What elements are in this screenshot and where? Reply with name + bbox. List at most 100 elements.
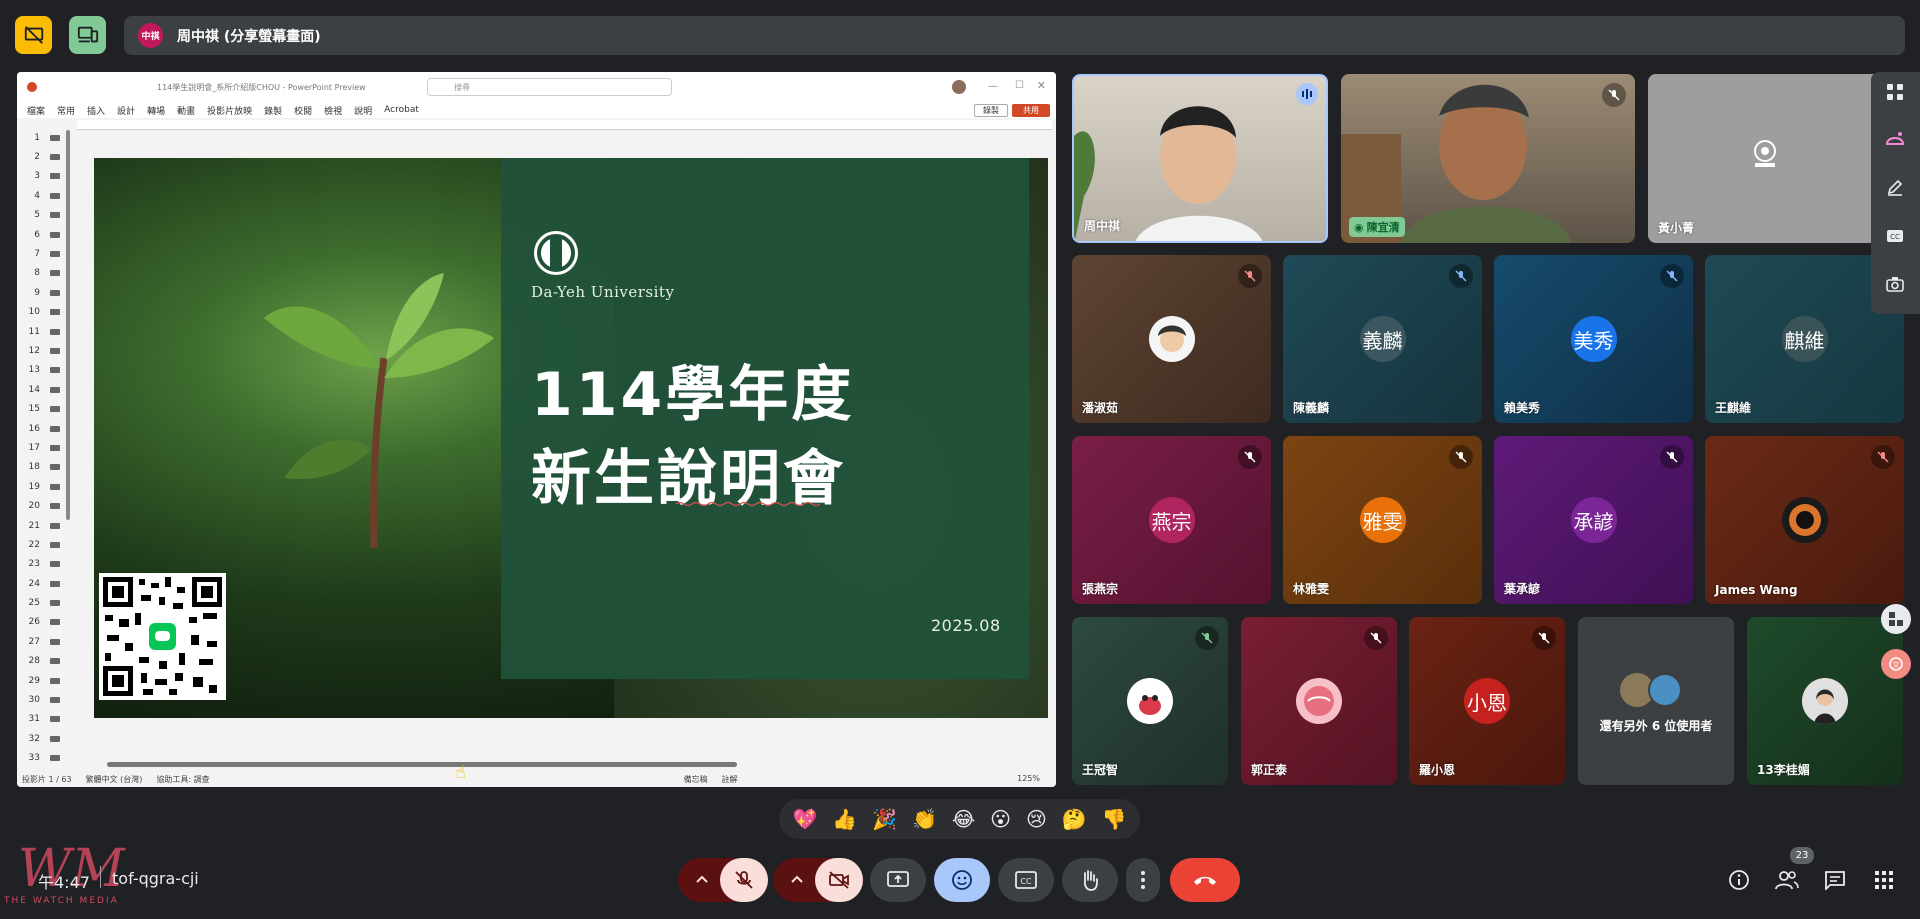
- slide-thumbnail[interactable]: 23: [17, 555, 74, 574]
- meeting-info-icon[interactable]: [1725, 866, 1753, 894]
- participant-tile[interactable]: 郭正泰: [1241, 617, 1397, 785]
- ribbon-tab[interactable]: 投影片放映: [207, 104, 252, 117]
- activities-grid-icon[interactable]: [1870, 866, 1898, 894]
- slide-thumbnail[interactable]: 28: [17, 652, 74, 671]
- slide-thumb-preview: [50, 309, 60, 316]
- ribbon-tab[interactable]: 校閱: [294, 104, 312, 117]
- mic-toggle-button[interactable]: [720, 858, 768, 902]
- participant-tile[interactable]: 王冠智: [1072, 617, 1228, 785]
- ribbon-tab[interactable]: 錄製: [264, 104, 282, 117]
- slide-title-line1: 114學年度: [531, 360, 855, 430]
- reaction-surprised[interactable]: 😮: [990, 807, 1011, 831]
- participant-name: 王冠智: [1082, 763, 1119, 777]
- meet-app: 中祺 周中祺 (分享螢幕畫面) 114學生說明會_系所介紹版CHOU - Pow…: [0, 0, 1920, 919]
- participant-tile[interactable]: 承諺 葉承諺: [1494, 436, 1693, 604]
- slide-thumbnail[interactable]: 32: [17, 729, 74, 748]
- slide-thumbnail[interactable]: 29: [17, 671, 74, 690]
- chat-icon[interactable]: [1821, 866, 1849, 894]
- translate-button[interactable]: 文: [1881, 649, 1911, 679]
- maximize-icon[interactable]: ☐: [1015, 80, 1024, 91]
- slide-thumbnail[interactable]: 27: [17, 632, 74, 651]
- ppt-share-button[interactable]: 共用: [1012, 104, 1050, 117]
- participant-tile[interactable]: 雅雯 林雅雯: [1283, 436, 1482, 604]
- present-screen-button[interactable]: [870, 858, 926, 902]
- reaction-thumbs-down[interactable]: 👎: [1102, 807, 1127, 831]
- devices-icon: [77, 26, 98, 43]
- participant-tile[interactable]: 黃小菁: [1648, 74, 1882, 243]
- status-language[interactable]: 繁體中文 (台灣): [86, 774, 143, 785]
- slide-thumbnail[interactable]: 33: [17, 749, 74, 768]
- thumb-scrollbar[interactable]: [66, 130, 70, 520]
- slide-thumbnail[interactable]: 26: [17, 613, 74, 632]
- participant-tile[interactable]: James Wang: [1705, 436, 1904, 604]
- slide-thumbnail[interactable]: 31: [17, 710, 74, 729]
- ppt-record-button[interactable]: 錄製: [974, 104, 1008, 117]
- widget-button[interactable]: [1881, 604, 1911, 634]
- chevron-up-icon[interactable]: [789, 871, 805, 887]
- participant-tile[interactable]: 潘淑茹: [1072, 255, 1271, 423]
- stop-presenting-button[interactable]: [15, 16, 52, 54]
- ribbon-tab[interactable]: 檢視: [324, 104, 342, 117]
- comments-button[interactable]: 註解: [722, 774, 738, 785]
- others-tile[interactable]: 還有另外 6 位使用者: [1578, 617, 1734, 785]
- ribbon-tab[interactable]: 設計: [117, 104, 135, 117]
- emoji-button[interactable]: [934, 858, 990, 902]
- slide-thumbnail[interactable]: 24: [17, 574, 74, 593]
- ribbon-tab[interactable]: 說明: [354, 104, 372, 117]
- reaction-thumbs-up[interactable]: 👍: [832, 807, 857, 831]
- slide-thumb-preview: [50, 541, 60, 548]
- horizontal-scrollbar[interactable]: [107, 762, 737, 767]
- ribbon-tab[interactable]: 動畫: [177, 104, 195, 117]
- slide-thumbnail[interactable]: 22: [17, 535, 74, 554]
- camera-snapshot-icon[interactable]: [1883, 272, 1907, 296]
- participant-tile[interactable]: 義麟 陳義麟: [1283, 255, 1482, 423]
- participant-tile[interactable]: 13李桂媚: [1747, 617, 1903, 785]
- ribbon-tab[interactable]: 檔案: [27, 104, 45, 117]
- effects-icon[interactable]: [1883, 127, 1907, 151]
- reaction-thinking[interactable]: 🤔: [1062, 807, 1087, 831]
- camera-toggle-button[interactable]: [815, 858, 863, 902]
- minimize-icon[interactable]: —: [988, 81, 998, 92]
- raise-hand-button[interactable]: [1062, 858, 1118, 902]
- leave-call-button[interactable]: [1170, 858, 1240, 902]
- apps-icon[interactable]: [1883, 80, 1907, 104]
- close-icon[interactable]: ✕: [1037, 79, 1046, 92]
- camera-control: [773, 858, 863, 902]
- participant-tile[interactable]: 小恩 羅小恩: [1409, 617, 1565, 785]
- ribbon-tab[interactable]: Acrobat: [384, 105, 419, 115]
- slide-thumbnail[interactable]: 30: [17, 690, 74, 709]
- reaction-party[interactable]: 🎉: [872, 807, 897, 831]
- status-slide-count: 投影片 1 / 63: [22, 775, 72, 784]
- notes-button[interactable]: 備忘稿: [684, 774, 708, 785]
- slide-thumbnail[interactable]: 25: [17, 593, 74, 612]
- ppt-logo-icon: [27, 82, 37, 92]
- zoom-level[interactable]: 125%: [1017, 774, 1040, 783]
- participant-name: 陳宜清: [1366, 221, 1400, 234]
- ppt-user-avatar[interactable]: [952, 80, 966, 94]
- ppt-search-input[interactable]: 搜尋: [427, 78, 672, 96]
- slide-thumb-preview: [50, 192, 60, 199]
- participant-tile[interactable]: 燕宗 張燕宗: [1072, 436, 1271, 604]
- ribbon-tab[interactable]: 轉場: [147, 104, 165, 117]
- presenter-bar: 中祺 周中祺 (分享螢幕畫面): [124, 16, 1905, 55]
- status-accessibility[interactable]: 協助工具: 調查: [156, 774, 209, 785]
- more-options-button[interactable]: [1126, 858, 1160, 902]
- reaction-laugh[interactable]: 😂: [952, 807, 975, 831]
- participant-tile[interactable]: 周中祺: [1072, 74, 1328, 243]
- people-icon[interactable]: [1773, 866, 1801, 894]
- reaction-heart[interactable]: 💖: [792, 807, 817, 831]
- reaction-sad[interactable]: 😢: [1026, 807, 1047, 831]
- ribbon-tab[interactable]: 插入: [87, 104, 105, 117]
- participant-tile[interactable]: 美秀 賴美秀: [1494, 255, 1693, 423]
- reaction-clap[interactable]: 👏: [912, 807, 937, 831]
- side-toolbar: CC: [1871, 72, 1920, 314]
- participant-tile[interactable]: ◉ 陳宜清: [1341, 74, 1635, 243]
- layout-button[interactable]: [69, 16, 106, 54]
- annotate-pen-icon[interactable]: [1883, 175, 1907, 199]
- captions-button[interactable]: CC: [998, 858, 1054, 902]
- captions-icon[interactable]: CC: [1883, 224, 1907, 248]
- ribbon-tab[interactable]: 常用: [57, 104, 75, 117]
- svg-text:CC: CC: [1020, 877, 1032, 886]
- chevron-up-icon[interactable]: [694, 871, 710, 887]
- mic-off-icon: [1195, 626, 1219, 650]
